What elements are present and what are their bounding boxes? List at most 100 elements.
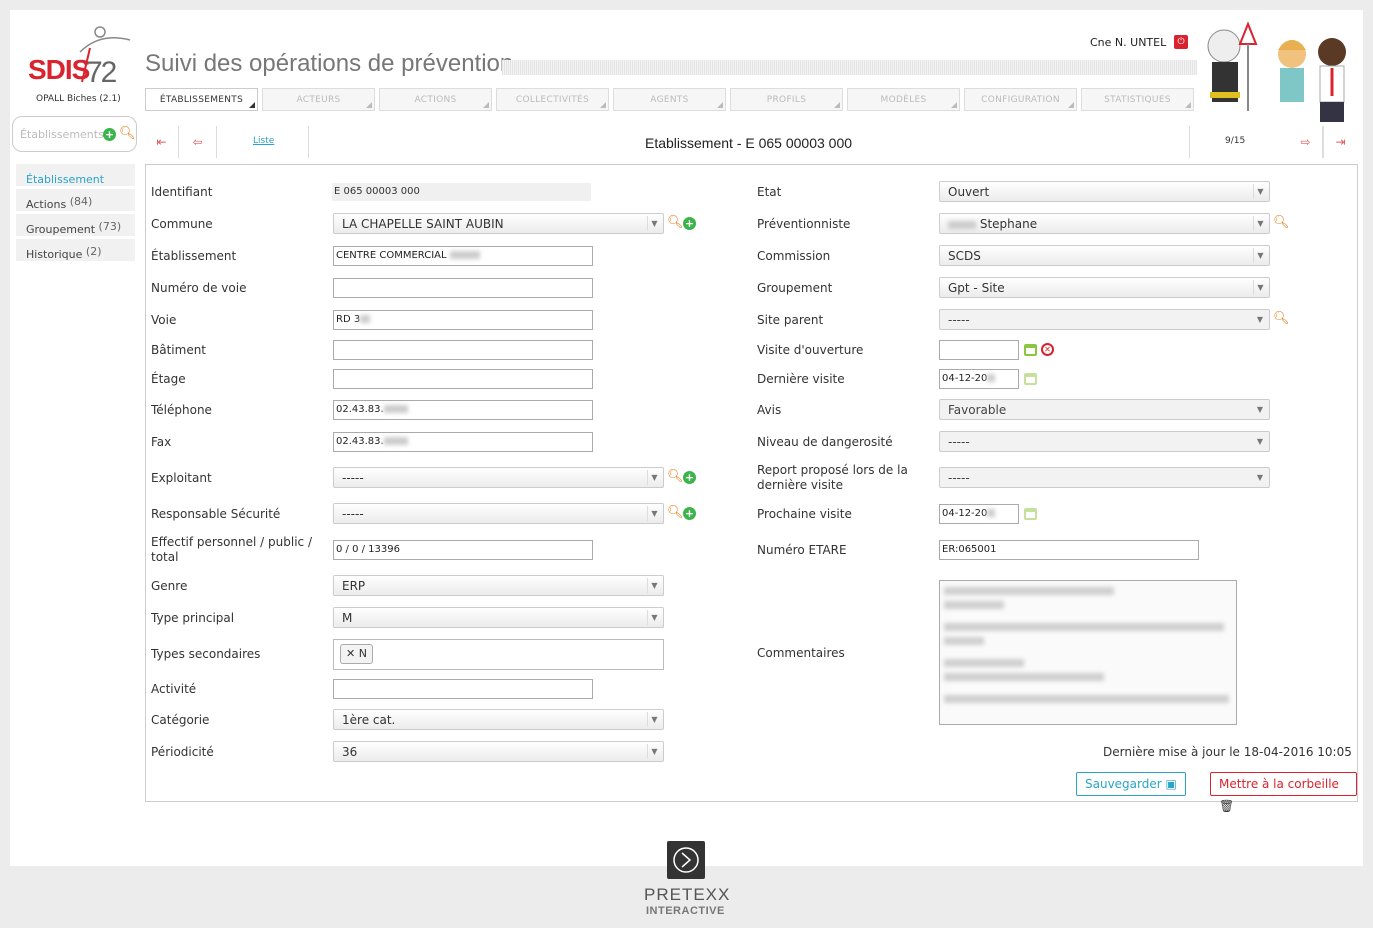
preventionniste-label: Préventionniste — [757, 217, 851, 231]
fax-input[interactable]: 02.43.83. — [333, 432, 593, 452]
logout-power-icon[interactable]: ⏻ — [1174, 35, 1188, 49]
types-secondaires-multiselect[interactable]: ✕ N — [333, 639, 664, 670]
etat-select[interactable]: Ouvert ▼ — [939, 181, 1270, 202]
nav-tab-statistiques[interactable]: STATISTIQUES — [1081, 88, 1194, 111]
sidebar-item-groupement[interactable]: Groupement (73) — [16, 214, 135, 236]
commune-add-icon[interactable]: + — [683, 217, 696, 230]
voie-input[interactable]: RD 3 — [333, 310, 593, 330]
effectif-label: Effectif personnel / public / total — [151, 535, 312, 564]
pretexx-logo-icon[interactable] — [667, 841, 705, 879]
previous-record-icon[interactable]: ⇦ — [179, 126, 217, 158]
avis-select[interactable]: Favorable ▼ — [939, 399, 1270, 420]
periodicite-select[interactable]: 36 ▼ — [333, 741, 664, 762]
preventionniste-select[interactable]: Stephane ▼ — [939, 213, 1270, 234]
commission-select[interactable]: SCDS ▼ — [939, 245, 1270, 266]
responsable-search-icon[interactable]: 🔍︎ — [667, 506, 684, 520]
site-parent-search-icon[interactable]: 🔍︎ — [1273, 312, 1290, 326]
periodicite-value: 36 — [342, 745, 358, 759]
chevron-down-icon: ▼ — [1253, 280, 1267, 295]
calendar-icon[interactable] — [1024, 373, 1037, 385]
dangerosite-select[interactable]: ----- ▼ — [939, 431, 1270, 452]
nav-tab-agents[interactable]: AGENTS — [613, 88, 726, 111]
activite-input[interactable] — [333, 679, 593, 699]
site-parent-select[interactable]: ----- ▼ — [939, 309, 1270, 330]
mascots-illustration — [1207, 21, 1346, 122]
sidebar-item-historique[interactable]: Historique (2) — [16, 239, 135, 261]
derniere-visite-input[interactable]: 04-12-20 — [939, 369, 1019, 389]
nav-tab-acteurs[interactable]: ACTEURS — [262, 88, 375, 111]
exploitant-value: ----- — [342, 471, 364, 485]
avis-value: Favorable — [948, 403, 1007, 417]
type-principal-select[interactable]: M ▼ — [333, 607, 664, 628]
last-record-icon[interactable]: ⇥ — [1323, 126, 1357, 158]
etare-input[interactable]: ER:065001 — [939, 540, 1199, 560]
exploitant-add-icon[interactable]: + — [683, 471, 696, 484]
nav-tab-modeles[interactable]: MODÈLES — [847, 88, 960, 111]
list-link[interactable]: Liste — [253, 136, 274, 146]
visite-ouverture-input[interactable] — [939, 340, 1019, 360]
batiment-input[interactable] — [333, 340, 593, 360]
fax-label: Fax — [151, 435, 172, 449]
commune-search-icon[interactable]: 🔍︎ — [667, 216, 684, 230]
first-record-icon[interactable]: ⇤ — [145, 126, 179, 158]
calendar-icon[interactable] — [1024, 344, 1037, 356]
preventionniste-value: Stephane — [979, 217, 1038, 231]
remove-tag-icon[interactable]: ✕ — [346, 647, 355, 660]
sidebar-item-actions[interactable]: Actions (84) — [16, 189, 135, 211]
exploitant-search-icon[interactable]: 🔍︎ — [667, 470, 684, 484]
exploitant-select[interactable]: ----- ▼ — [333, 467, 664, 488]
sidebar-item-etablissement[interactable]: Établissement — [16, 164, 135, 186]
prochaine-visite-input[interactable]: 04-12-20 — [939, 504, 1019, 524]
groupement-select[interactable]: Gpt - Site ▼ — [939, 277, 1270, 298]
nav-tab-collectivites[interactable]: COLLECTIVITÉS — [496, 88, 609, 111]
type-tag[interactable]: ✕ N — [340, 644, 373, 664]
effectif-input[interactable]: 0 / 0 / 13396 — [333, 540, 593, 560]
responsable-select[interactable]: ----- ▼ — [333, 503, 664, 524]
app-title: Suivi des opérations de prévention — [145, 50, 514, 77]
trash-icon: 🗑︎ — [1219, 799, 1235, 813]
title-decoration — [502, 60, 1197, 75]
save-button-label: Sauvegarder — [1085, 777, 1162, 791]
nav-tab-profils[interactable]: PROFILS — [730, 88, 843, 111]
chevron-down-icon: ▼ — [647, 470, 661, 485]
nav-tab-etablissements[interactable]: ÉTABLISSEMENTS — [145, 88, 258, 111]
telephone-input[interactable]: 02.43.83. — [333, 400, 593, 420]
etat-label: Etat — [757, 185, 782, 199]
nav-tab-actions[interactable]: ACTIONS — [379, 88, 492, 111]
establishment-search[interactable]: Établissements + 🔍︎ — [12, 116, 137, 152]
identifiant-label: Identifiant — [151, 185, 213, 199]
etage-input[interactable] — [333, 369, 593, 389]
main-nav: ÉTABLISSEMENTS ACTEURS ACTIONS COLLECTIV… — [145, 88, 1194, 111]
etablissement-input[interactable]: CENTRE COMMERCIAL — [333, 246, 593, 266]
redacted-text — [944, 601, 1004, 609]
responsable-add-icon[interactable]: + — [683, 507, 696, 520]
etare-label: Numéro ETARE — [757, 543, 847, 557]
categorie-select[interactable]: 1ère cat. ▼ — [333, 709, 664, 730]
calendar-icon[interactable] — [1024, 508, 1037, 520]
nav-tab-configuration[interactable]: CONFIGURATION — [964, 88, 1077, 111]
commune-select[interactable]: LA CHAPELLE SAINT AUBIN ▼ — [333, 213, 664, 234]
redacted-text — [987, 509, 996, 517]
redacted-text — [360, 315, 371, 323]
report-select[interactable]: ----- ▼ — [939, 467, 1270, 488]
report-value: ----- — [948, 471, 970, 485]
site-parent-value: ----- — [948, 313, 970, 327]
commentaires-textarea[interactable] — [939, 580, 1237, 725]
search-icon[interactable]: 🔍︎ — [119, 127, 136, 141]
sidebar: Établissement Actions (84) Groupement (7… — [16, 164, 135, 264]
preventionniste-search-icon[interactable]: 🔍︎ — [1273, 216, 1290, 230]
next-record-icon[interactable]: ⇨ — [1289, 126, 1323, 158]
logo-number-text: 72 — [86, 56, 117, 89]
site-parent-label: Site parent — [757, 313, 824, 327]
add-establishment-icon[interactable]: + — [103, 128, 116, 141]
genre-select[interactable]: ERP ▼ — [333, 575, 664, 596]
logo-sdis-text: SDIS — [28, 54, 90, 85]
record-title: Etablissement - E 065 00003 000 — [645, 135, 853, 151]
numero-voie-label: Numéro de voie — [151, 281, 247, 295]
clear-date-icon[interactable]: ✕ — [1041, 343, 1054, 356]
sdis-logo[interactable]: SDIS 72 — [20, 22, 138, 92]
redacted-text — [383, 437, 408, 445]
trash-button[interactable]: Mettre à la corbeille 🗑︎ — [1210, 772, 1357, 813]
save-button[interactable]: Sauvegarder ▣ — [1076, 772, 1186, 796]
numero-voie-input[interactable] — [333, 278, 593, 298]
